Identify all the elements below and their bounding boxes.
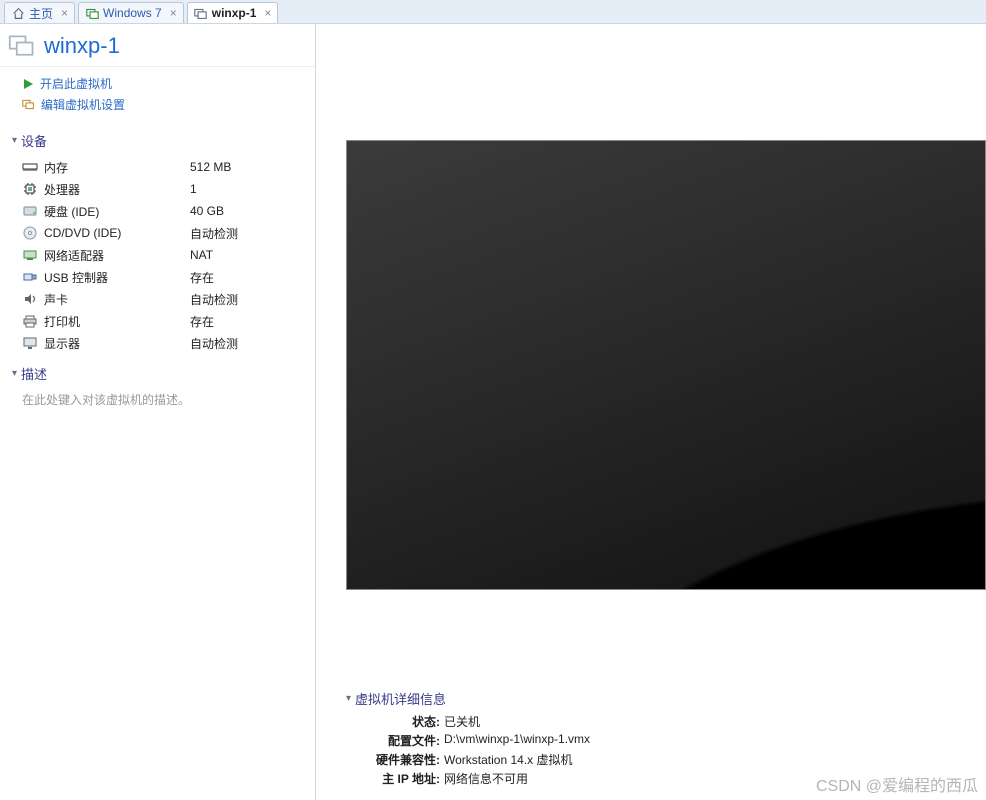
device-value: 自动检测 [190, 291, 238, 308]
device-name: 硬盘 (IDE) [44, 203, 184, 220]
device-row[interactable]: 声卡自动检测 [22, 288, 303, 310]
device-name: CD/DVD (IDE) [44, 226, 184, 240]
device-name: USB 控制器 [44, 269, 184, 286]
tab-home[interactable]: 主页 × [4, 2, 75, 23]
detail-label: 主 IP 地址: [366, 770, 440, 787]
cd-icon [22, 226, 38, 240]
caret-down-icon: ▾ [346, 693, 351, 704]
device-value: 512 MB [190, 160, 231, 174]
tab-winxp1[interactable]: winxp-1 × [187, 2, 279, 23]
display-icon [22, 336, 38, 350]
section-title: 设备 [21, 131, 47, 150]
play-icon [22, 78, 34, 90]
tab-label: winxp-1 [212, 6, 257, 20]
detail-row: 配置文件:D:\vm\winxp-1\winxp-1.vmx [346, 731, 986, 750]
vm-preview[interactable] [346, 140, 986, 590]
device-row[interactable]: 打印机存在 [22, 310, 303, 332]
sound-icon [22, 292, 38, 306]
device-name: 内存 [44, 159, 184, 176]
device-value: NAT [190, 248, 213, 262]
device-row[interactable]: 处理器 1 [22, 178, 303, 200]
close-icon[interactable]: × [264, 6, 271, 20]
detail-row: 状态:已关机 [346, 712, 986, 731]
page-header: winxp-1 [0, 24, 315, 67]
device-name: 显示器 [44, 335, 184, 352]
device-row[interactable]: 硬盘 (IDE) 40 GB [22, 200, 303, 222]
device-value: 存在 [190, 313, 214, 330]
section-title: 描述 [21, 364, 47, 383]
device-value: 40 GB [190, 204, 224, 218]
vm-icon [85, 6, 99, 20]
memory-icon [22, 160, 38, 174]
detail-label: 配置文件: [366, 732, 440, 749]
detail-value: 网络信息不可用 [440, 770, 528, 787]
page-title: winxp-1 [44, 33, 120, 59]
settings-icon [22, 98, 35, 111]
device-name: 网络适配器 [44, 247, 184, 264]
tab-label: 主页 [29, 5, 53, 22]
device-row[interactable]: 内存 512 MB [22, 156, 303, 178]
devices-section: ▾ 设备 内存 512 MB 处理器 1 硬盘 (IDE) 40 GB CD/DVD (I… [0, 121, 315, 354]
device-name: 声卡 [44, 291, 184, 308]
tabs-bar: 主页 × Windows 7 × winxp-1 × [0, 0, 986, 24]
left-pane: winxp-1 开启此虚拟机 编辑虚拟机设置 ▾ 设备 内存 512 MB 处理器 [0, 24, 316, 800]
detail-row: 硬件兼容性:Workstation 14.x 虚拟机 [346, 750, 986, 769]
device-value: 自动检测 [190, 335, 238, 352]
nic-icon [22, 248, 38, 262]
vm-icon [194, 6, 208, 20]
description-section: ▾ 描述 在此处键入对该虚拟机的描述。 [0, 354, 315, 408]
edit-settings-button[interactable]: 编辑虚拟机设置 [22, 94, 315, 115]
close-icon[interactable]: × [170, 6, 177, 20]
detail-value: D:\vm\winxp-1\winxp-1.vmx [440, 732, 590, 749]
action-label: 编辑虚拟机设置 [41, 96, 125, 113]
cpu-icon [22, 182, 38, 196]
tab-windows7[interactable]: Windows 7 × [78, 2, 184, 23]
device-value: 1 [190, 182, 197, 196]
device-row[interactable]: 显示器自动检测 [22, 332, 303, 354]
vm-large-icon [8, 32, 36, 60]
device-row[interactable]: CD/DVD (IDE) 自动检测 [22, 222, 303, 244]
vm-details-section: ▾ 虚拟机详细信息 状态:已关机配置文件:D:\vm\winxp-1\winxp… [346, 685, 986, 788]
detail-label: 硬件兼容性: [366, 751, 440, 768]
caret-down-icon: ▾ [12, 135, 17, 146]
device-name: 打印机 [44, 313, 184, 330]
detail-row: 主 IP 地址:网络信息不可用 [346, 769, 986, 788]
detail-label: 状态: [366, 713, 440, 730]
description-placeholder[interactable]: 在此处键入对该虚拟机的描述。 [12, 387, 303, 408]
caret-down-icon: ▾ [12, 368, 17, 379]
device-name: 处理器 [44, 181, 184, 198]
hdd-icon [22, 204, 38, 218]
usb-icon [22, 270, 38, 284]
home-icon [11, 6, 25, 20]
actions: 开启此虚拟机 编辑虚拟机设置 [0, 67, 315, 121]
section-title: 虚拟机详细信息 [355, 689, 446, 708]
device-value: 存在 [190, 269, 214, 286]
tab-label: Windows 7 [103, 6, 162, 20]
right-pane: ▾ 虚拟机详细信息 状态:已关机配置文件:D:\vm\winxp-1\winxp… [316, 24, 986, 800]
power-on-button[interactable]: 开启此虚拟机 [22, 73, 315, 94]
printer-icon [22, 314, 38, 328]
device-list: 内存 512 MB 处理器 1 硬盘 (IDE) 40 GB CD/DVD (IDE) 自动… [12, 154, 303, 354]
close-icon[interactable]: × [61, 6, 68, 20]
device-row[interactable]: 网络适配器 NAT [22, 244, 303, 266]
action-label: 开启此虚拟机 [40, 75, 112, 92]
devices-section-header[interactable]: ▾ 设备 [12, 127, 303, 154]
description-section-header[interactable]: ▾ 描述 [12, 360, 303, 387]
detail-value: 已关机 [440, 713, 480, 730]
detail-value: Workstation 14.x 虚拟机 [440, 751, 573, 768]
device-value: 自动检测 [190, 225, 238, 242]
vm-details-header[interactable]: ▾ 虚拟机详细信息 [346, 685, 986, 712]
device-row[interactable]: USB 控制器存在 [22, 266, 303, 288]
